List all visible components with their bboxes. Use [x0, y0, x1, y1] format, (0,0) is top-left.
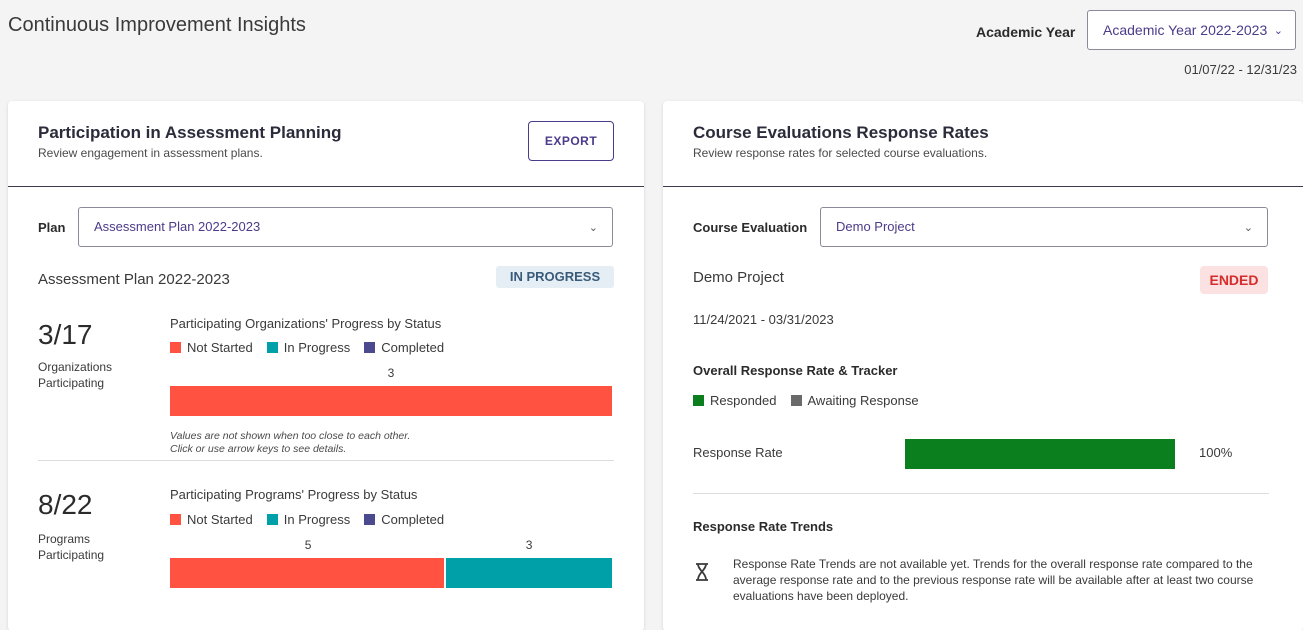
legend-swatch [170, 514, 181, 525]
chevron-down-icon: ⌄ [1273, 25, 1283, 37]
legend-label: Not Started [187, 512, 253, 527]
participation-card-header: Participation in Assessment Planning Rev… [8, 101, 644, 187]
legend-in-progress[interactable]: In Progress [266, 512, 351, 527]
chevron-down-icon: ⌄ [588, 222, 598, 234]
response-rate-label: Response Rate [693, 445, 783, 460]
legend-not-started[interactable]: Not Started [170, 512, 253, 527]
chart-note: Values are not shown when too close to e… [170, 430, 410, 456]
legend-not-started[interactable]: Not Started [170, 340, 253, 355]
project-name: Demo Project [693, 269, 784, 286]
bar-in-progress[interactable] [446, 558, 612, 588]
status-badge: ENDED [1200, 266, 1268, 294]
trends-heading: Response Rate Trends [693, 519, 834, 534]
bar-not-started[interactable] [170, 386, 612, 416]
legend-in-progress[interactable]: In Progress [266, 340, 351, 355]
participation-title: Participation in Assessment Planning [38, 123, 342, 142]
academic-year-value: Academic Year 2022-2023 [1103, 22, 1268, 38]
legend-label: In Progress [283, 340, 351, 355]
chevron-down-icon: ⌄ [1243, 222, 1253, 234]
legend-swatch [790, 395, 802, 406]
date-range: 01/07/22 - 12/31/23 [1184, 62, 1297, 77]
status-badge: IN PROGRESS [496, 266, 614, 288]
course-eval-select[interactable]: Demo Project ⌄ [820, 207, 1268, 247]
participation-card: Participation in Assessment Planning Rev… [8, 101, 644, 630]
bar-value-label: 3 [525, 538, 533, 552]
legend-swatch [170, 342, 181, 353]
bar-value-label: 3 [387, 366, 395, 380]
course-eval-select-value: Demo Project [836, 219, 915, 234]
legend-label: Completed [381, 512, 445, 527]
divider [38, 460, 614, 461]
legend-label: Responded [710, 393, 777, 408]
legend-swatch [364, 514, 376, 525]
tracker-heading: Overall Response Rate & Tracker [693, 363, 898, 378]
participation-subtitle: Review engagement in assessment plans. [38, 146, 263, 160]
course-eval-subtitle: Review response rates for selected cours… [693, 146, 988, 160]
programs-legend: Not Started In Progress Completed [170, 512, 444, 527]
programs-label: Programs Participating [38, 532, 105, 562]
chart-note-line: Values are not shown when too close to e… [170, 430, 411, 442]
orgs-fraction: 3/17 [38, 319, 93, 350]
legend-swatch [693, 395, 704, 406]
course-eval-title: Course Evaluations Response Rates [693, 123, 989, 142]
chart-note-line: Click or use arrow keys to see details. [170, 443, 347, 455]
course-eval-card: Course Evaluations Response Rates Review… [663, 101, 1303, 630]
page-title: Continuous Improvement Insights [8, 14, 306, 36]
divider [693, 493, 1269, 494]
plan-select[interactable]: Assessment Plan 2022-2023 ⌄ [78, 207, 613, 247]
legend-swatch [364, 342, 376, 353]
course-eval-card-header: Course Evaluations Response Rates Review… [663, 101, 1303, 187]
response-legend: Responded Awaiting Response [693, 393, 919, 408]
legend-completed[interactable]: Completed [364, 512, 444, 527]
legend-awaiting[interactable]: Awaiting Response [790, 393, 919, 408]
export-button[interactable]: EXPORT [528, 121, 614, 161]
orgs-legend: Not Started In Progress Completed [170, 340, 444, 355]
legend-completed[interactable]: Completed [364, 340, 444, 355]
legend-label: In Progress [283, 512, 351, 527]
plan-name: Assessment Plan 2022-2023 [38, 271, 230, 288]
legend-label: Completed [381, 340, 445, 355]
orgs-label: Organizations Participating [38, 360, 113, 390]
legend-label: Not Started [187, 340, 253, 355]
academic-year-select[interactable]: Academic Year 2022-2023 ⌄ [1087, 10, 1296, 50]
academic-year-label: Academic Year [976, 24, 1076, 40]
plan-label: Plan [38, 220, 66, 235]
orgs-chart-title: Participating Organizations' Progress by… [170, 316, 442, 331]
bar-value-label: 5 [304, 538, 312, 552]
legend-responded[interactable]: Responded [693, 393, 777, 408]
response-rate-value: 100% [1199, 445, 1233, 460]
trends-message: Response Rate Trends are not available y… [733, 557, 1254, 603]
legend-label: Awaiting Response [807, 393, 919, 408]
legend-swatch [266, 514, 278, 525]
plan-select-value: Assessment Plan 2022-2023 [94, 219, 261, 234]
course-eval-label: Course Evaluation [693, 220, 808, 235]
response-rate-fill [905, 439, 1175, 469]
project-dates: 11/24/2021 - 03/31/2023 [693, 312, 834, 327]
response-rate-bar[interactable] [905, 439, 1175, 469]
hourglass-icon [696, 563, 708, 581]
programs-chart-title: Participating Programs' Progress by Stat… [170, 487, 418, 502]
bar-not-started[interactable] [170, 558, 445, 588]
legend-swatch [266, 342, 278, 353]
programs-fraction: 8/22 [38, 489, 93, 520]
